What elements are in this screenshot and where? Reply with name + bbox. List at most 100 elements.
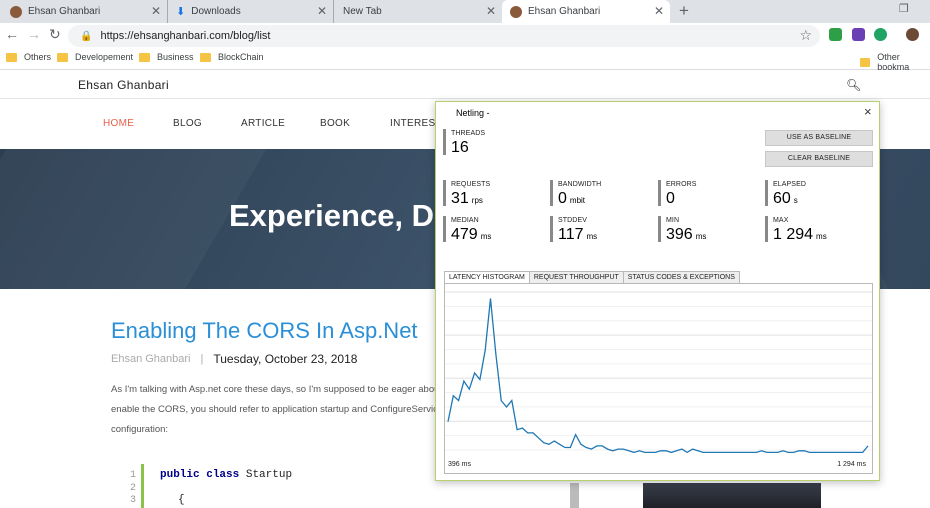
bookmark-label: Other bookma [877,52,910,72]
new-tab-button[interactable]: + [679,1,689,21]
post-author: Ehsan Ghanbari [111,353,191,365]
screen: Ehsan Ghanbari ✕ ⬇ Downloads ✕ New Tab ✕… [0,0,930,508]
close-tab-icon[interactable]: ✕ [486,4,496,18]
menu-item-blog[interactable]: BLOG [173,118,202,129]
code-line-number: 3 [129,495,136,506]
menu-item-article[interactable]: ARTICLE [241,118,285,129]
stat-label: ELAPSED [773,181,806,188]
stat-elapsed: ELAPSED 60 s [765,180,806,207]
browser-tab-title: Downloads [191,6,241,17]
browser-tab-active[interactable]: Ehsan Ghanbari ✕ [502,0,670,23]
menu-item-home[interactable]: HOME [103,118,134,129]
site-header: Ehsan Ghanbari 🔍︎ [0,71,930,99]
post-body: As I'm talking with Asp.net core these d… [111,380,441,440]
browser-tab[interactable]: New Tab ✕ [334,0,502,23]
cube-extension-icon[interactable] [852,28,865,41]
code-keyword: public [160,469,200,481]
post-title[interactable]: Enabling The CORS In Asp.Net [111,318,418,344]
stat-label: REQUESTS [451,181,491,188]
bookmark-label: Developement [75,52,134,62]
post-body-line: enable the CORS, you should refer to app… [111,404,441,415]
code-line-number: 2 [129,483,136,494]
stat-unit: ms [586,232,598,241]
bookmark-folder[interactable]: BlockChain [200,52,264,62]
stat-stddev: STDDEV 117 ms [550,216,598,243]
stat-value[interactable]: 16 [451,139,469,156]
stat-errors: ERRORS 0 [658,180,697,207]
browser-tab[interactable]: ⬇ Downloads ✕ [168,0,334,23]
bookmark-folder[interactable]: Business [139,52,194,62]
close-icon[interactable]: × [864,104,872,119]
code-block: 1 2 3 public class Startup { [111,464,431,508]
bear-avatar-icon [510,5,522,18]
restore-window-icon[interactable]: ❐ [899,2,909,15]
close-tab-icon[interactable]: ✕ [317,4,327,18]
post-body-line: configuration: [111,424,169,435]
site-title[interactable]: Ehsan Ghanbari [78,78,169,92]
folder-icon [139,52,150,62]
sync-extension-icon[interactable] [829,28,842,41]
latency-histogram-svg [445,291,872,454]
stat-value: 0 [666,190,675,207]
scroll-thumb[interactable] [570,483,579,508]
search-icon[interactable]: 🔍︎ [846,78,861,92]
url-text[interactable]: https://ehsanghanbari.com/blog/list [100,30,270,42]
code-line: { [178,494,185,506]
profile-avatar-icon[interactable] [906,28,919,41]
browser-tab-strip: Ehsan Ghanbari ✕ ⬇ Downloads ✕ New Tab ✕… [0,0,930,23]
browser-tab-title: Ehsan Ghanbari [528,6,601,17]
stat-unit: ms [816,232,827,241]
stat-median: MEDIAN 479 ms [443,216,492,243]
other-bookmarks[interactable]: Other bookma [860,52,930,72]
bookmark-label: Others [24,52,52,62]
browser-toolbar: ← → ↻ 🔒 https://ehsanghanbari.com/blog/l… [0,23,930,48]
menu-item-book[interactable]: BOOK [320,118,350,129]
latency-histogram-chart: 396 ms 1 294 ms [444,283,873,474]
forward-icon[interactable]: → [27,26,41,42]
code-line-number: 1 [129,470,136,481]
stat-max: MAX 1 294 ms [765,216,827,243]
use-as-baseline-button[interactable]: USE AS BASELINE [765,130,873,146]
lock-icon: 🔒 [80,30,93,42]
close-tab-icon[interactable]: ✕ [654,4,664,18]
hero-heading: Experience, D [229,198,435,233]
stat-value: 0 [558,190,567,207]
back-icon[interactable]: ← [5,26,19,42]
x-axis-min-label: 396 ms [448,461,471,468]
post-date: Tuesday, October 23, 2018 [213,352,358,366]
stat-value: 60 [773,190,791,207]
address-bar[interactable]: 🔒 https://ehsanghanbari.com/blog/list ☆ [68,25,820,47]
folder-icon [860,57,871,67]
stat-unit: ms [695,232,707,241]
stat-label: BANDWIDTH [558,181,602,188]
stat-unit: mbit [569,196,586,205]
clear-baseline-button[interactable]: CLEAR BASELINE [765,151,873,167]
reload-icon[interactable]: ↻ [49,26,61,43]
meta-separator: | [200,353,204,365]
stat-unit: rps [471,196,483,205]
stat-requests: REQUESTS 31 rps [443,180,491,207]
post-meta: Ehsan Ghanbari | Tuesday, October 23, 20… [111,352,357,366]
stat-label: ERRORS [666,181,697,188]
code-gutter [141,464,144,508]
bookmark-folder[interactable]: Others [6,52,51,62]
stat-unit: s [793,196,798,205]
stat-value: 1 294 [773,226,814,243]
folder-icon [6,52,17,62]
bookmark-label: Business [157,52,194,62]
code-keyword: class [206,469,240,481]
stat-value: 396 [666,226,693,243]
bookmark-star-icon[interactable]: ☆ [799,27,812,44]
stat-bandwidth: BANDWIDTH 0 mbit [550,180,602,207]
close-tab-icon[interactable]: ✕ [151,4,161,18]
stat-label: MAX [773,217,789,224]
netling-title: Netling - [456,108,490,118]
author-photo [643,483,821,508]
bookmark-folder[interactable]: Developement [57,52,133,62]
browser-tab[interactable]: Ehsan Ghanbari ✕ [0,0,168,23]
grammar-extension-icon[interactable] [874,28,887,41]
stat-label: MEDIAN [451,217,479,224]
stat-unit: ms [480,232,492,241]
stat-value: 117 [558,226,584,243]
browser-tab-title: New Tab [343,6,382,17]
